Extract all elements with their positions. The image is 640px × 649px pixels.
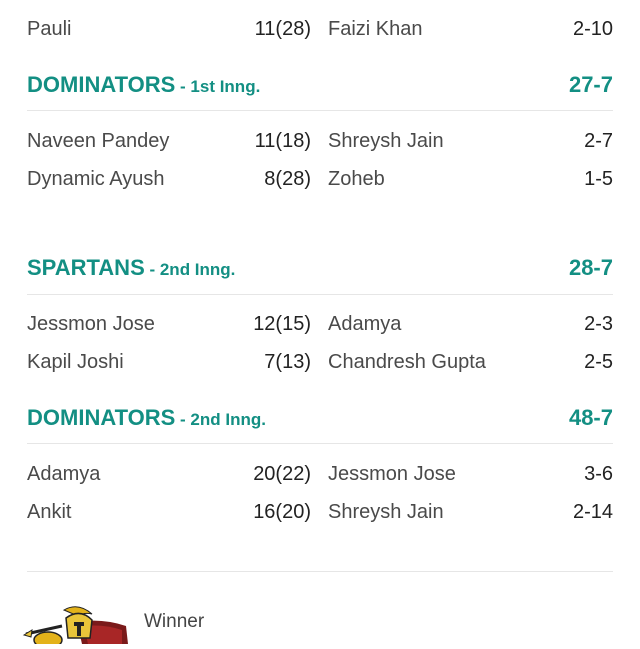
batter-name: Adamya [27, 463, 101, 485]
bowler-name: Jessmon Jose [328, 463, 456, 485]
scorecard-row: Naveen Pandey 11(18) Shreysh Jain 2-7 [27, 123, 613, 159]
batter-score: 20(22) [253, 463, 311, 485]
batter-name: Dynamic Ayush [27, 168, 165, 190]
innings-header: DOMINATORS - 1st Inng. 27-7 [27, 67, 613, 103]
batter-name: Naveen Pandey [27, 130, 170, 152]
divider [27, 443, 613, 444]
bowler-name: Shreysh Jain [328, 130, 444, 152]
innings-label: - 2nd Inng. [144, 260, 236, 279]
team-name: DOMINATORS [27, 72, 176, 97]
bowler-figures: 2-5 [584, 351, 613, 373]
scorecard-row: Adamya 20(22) Jessmon Jose 3-6 [27, 456, 613, 492]
innings-header: SPARTANS - 2nd Inng. 28-7 [27, 250, 613, 286]
batter-name: Ankit [27, 501, 72, 523]
batter-score: 11(18) [254, 130, 311, 152]
innings-header: DOMINATORS - 2nd Inng. 48-7 [27, 400, 613, 436]
team-name: DOMINATORS [27, 405, 176, 430]
batter-score: 11(28) [254, 18, 311, 40]
innings-label: - 2nd Inng. [175, 410, 266, 429]
bowler-figures: 2-10 [572, 18, 613, 40]
winner-label: Winner [144, 611, 205, 632]
scorecard-row: Kapil Joshi 7(13) Chandresh Gupta 2-5 [27, 344, 613, 380]
bowler-figures: 2-3 [584, 313, 613, 335]
bowler-figures: 3-6 [584, 463, 613, 485]
team-name: SPARTANS [27, 255, 145, 280]
bowler-name: Faizi Khan [328, 18, 423, 40]
batter-score: 7(13) [264, 351, 311, 373]
scorecard-row: Ankit 16(20) Shreysh Jain 2-14 [27, 494, 613, 530]
batter-score: 16(20) [253, 501, 311, 523]
bowler-name: Shreysh Jain [328, 501, 444, 523]
innings-total: 27-7 [568, 72, 613, 97]
spartan-warrior-logo-icon [22, 604, 132, 649]
bowler-name: Chandresh Gupta [328, 351, 486, 373]
batter-score: 12(15) [253, 313, 311, 335]
batter-name: Jessmon Jose [27, 313, 155, 335]
scorecard-row: Dynamic Ayush 8(28) Zoheb 1-5 [27, 161, 613, 197]
scorecard-row: Jessmon Jose 12(15) Adamya 2-3 [27, 306, 613, 342]
batter-name: Kapil Joshi [27, 351, 124, 373]
divider [27, 110, 613, 111]
scorecard-row: Pauli 11(28) Faizi Khan 2-10 [27, 11, 613, 47]
bowler-figures: 2-7 [584, 130, 613, 152]
innings-total: 48-7 [568, 405, 613, 430]
bowler-figures: 1-5 [584, 168, 613, 190]
bowler-figures: 2-14 [572, 501, 613, 523]
bowler-name: Adamya [328, 313, 402, 335]
divider [27, 294, 613, 295]
bowler-name: Zoheb [328, 168, 385, 190]
divider [27, 571, 613, 572]
batter-score: 8(28) [264, 168, 311, 190]
batter-name: Pauli [27, 18, 72, 40]
innings-label: - 1st Inng. [175, 77, 261, 96]
innings-total: 28-7 [568, 255, 613, 280]
